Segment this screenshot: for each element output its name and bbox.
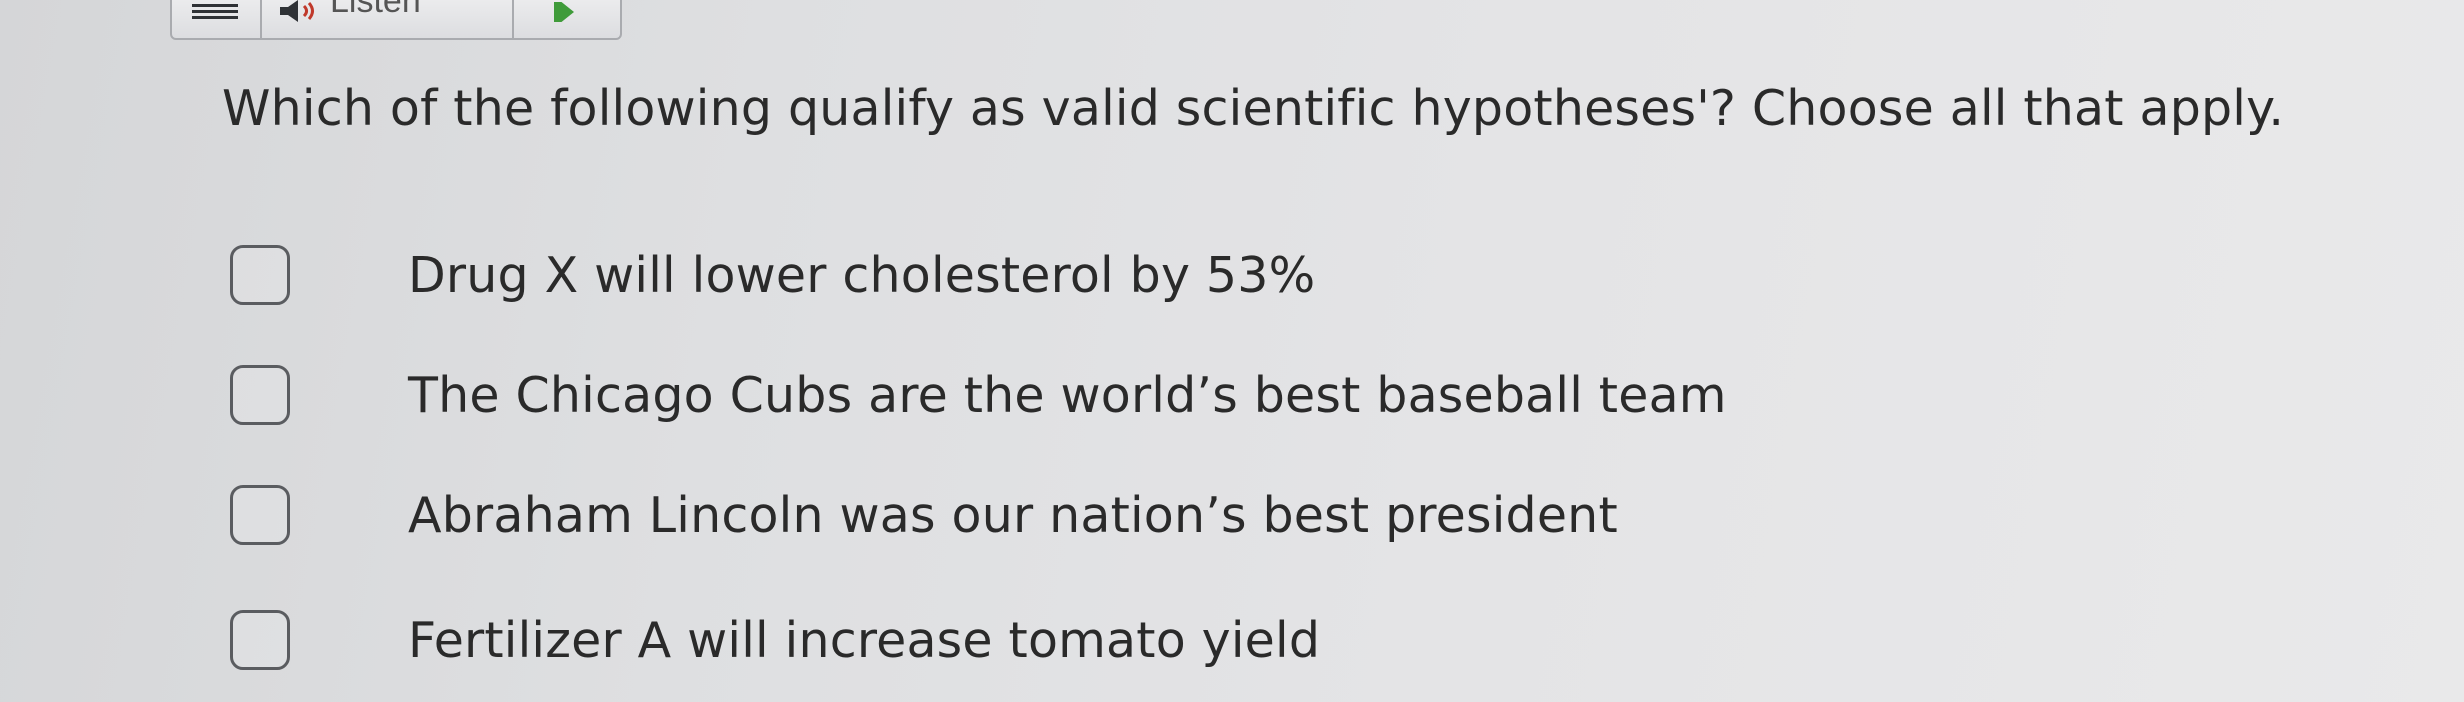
option-drug-x[interactable]: Drug X will lower cholesterol by 53% <box>230 240 1315 310</box>
checkbox[interactable] <box>230 485 290 545</box>
checkbox[interactable] <box>230 245 290 305</box>
option-abraham-lincoln[interactable]: Abraham Lincoln was our nation’s best pr… <box>230 480 1618 550</box>
option-fertilizer-a[interactable]: Fertilizer A will increase tomato yield <box>230 605 1320 675</box>
option-label[interactable]: Drug X will lower cholesterol by 53% <box>408 247 1315 304</box>
option-chicago-cubs[interactable]: The Chicago Cubs are the world’s best ba… <box>230 360 1727 430</box>
answer-options: Drug X will lower cholesterol by 53% The… <box>0 0 2464 702</box>
option-label[interactable]: The Chicago Cubs are the world’s best ba… <box>408 367 1727 424</box>
option-label[interactable]: Fertilizer A will increase tomato yield <box>408 612 1320 669</box>
checkbox[interactable] <box>230 365 290 425</box>
checkbox[interactable] <box>230 610 290 670</box>
option-label[interactable]: Abraham Lincoln was our nation’s best pr… <box>408 487 1618 544</box>
